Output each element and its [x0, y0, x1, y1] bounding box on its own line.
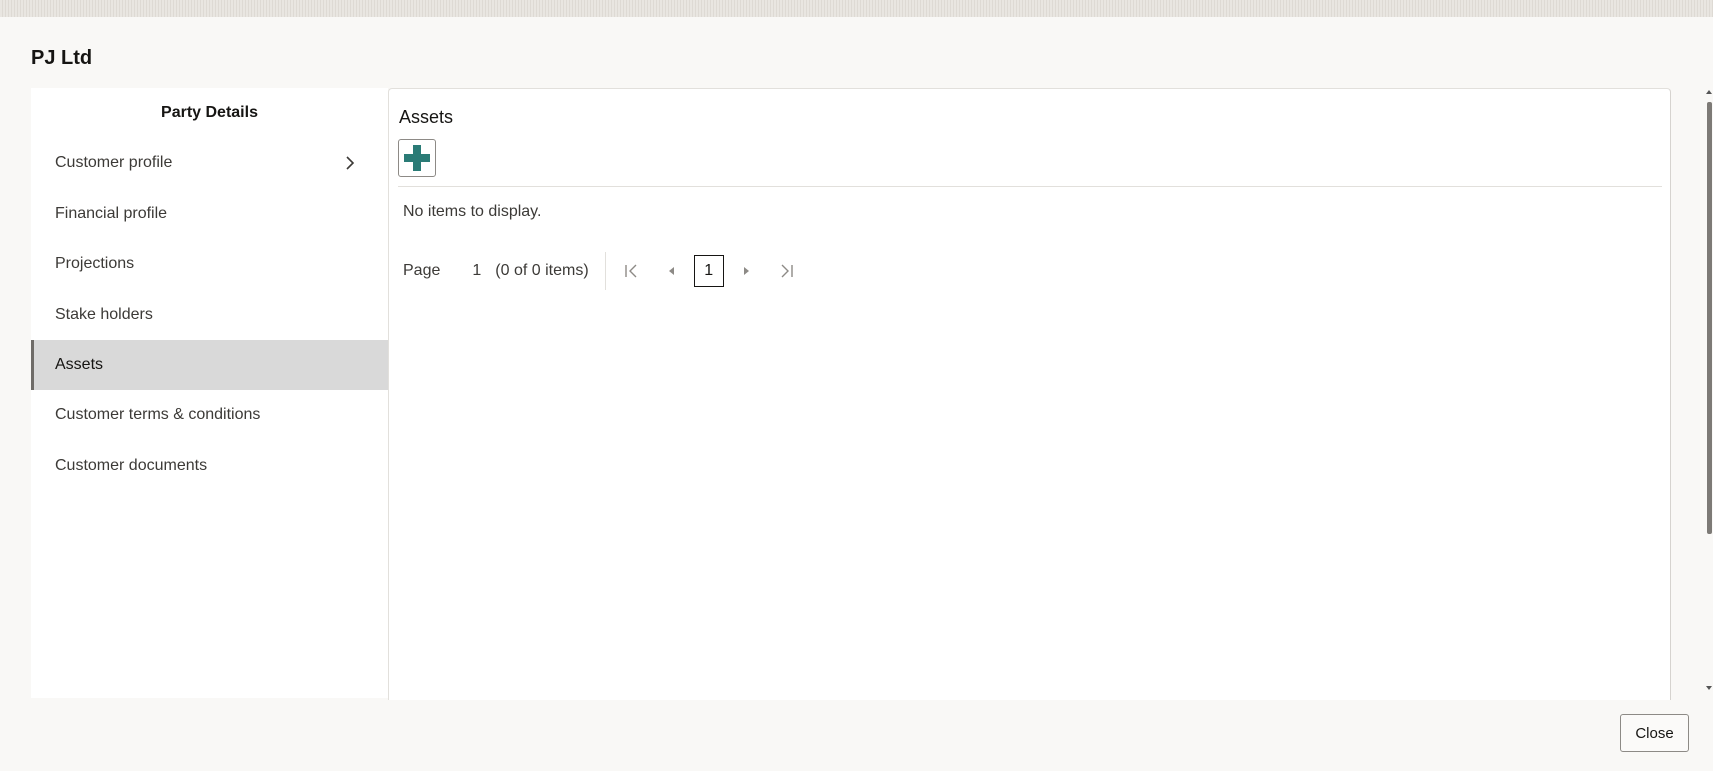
empty-message: No items to display.: [403, 203, 542, 220]
sidebar-item-customer-documents[interactable]: Customer documents: [31, 441, 388, 491]
last-page-button[interactable]: [774, 259, 798, 283]
first-page-icon: [624, 264, 637, 278]
close-button[interactable]: Close: [1620, 714, 1689, 752]
add-asset-button[interactable]: [398, 139, 436, 177]
sidebar-item-label: Financial profile: [55, 205, 168, 222]
current-page[interactable]: 1: [693, 255, 724, 287]
next-page-button[interactable]: [734, 259, 758, 283]
dialog-title: PJ Ltd: [31, 47, 93, 69]
previous-page-button[interactable]: [660, 259, 684, 283]
sidebar-item-customer-profile[interactable]: Customer profile: [31, 138, 388, 188]
scroll-up-icon[interactable]: [1706, 90, 1712, 94]
scroll-thumb[interactable]: [1707, 102, 1712, 534]
sidebar-item-customer-terms[interactable]: Customer terms & conditions: [31, 390, 388, 440]
vertical-scrollbar[interactable]: [1705, 88, 1713, 696]
sidebar-item-label: Stake holders: [55, 306, 153, 323]
scroll-down-icon[interactable]: [1706, 686, 1712, 690]
sidebar-item-label: Assets: [55, 356, 104, 373]
page-label: Page: [403, 262, 441, 279]
background-strip: [0, 0, 1713, 17]
plus-icon: [404, 145, 430, 171]
sidebar-item-label: Customer profile: [55, 154, 173, 171]
first-page-button[interactable]: [620, 259, 644, 283]
sidebar-item-stake-holders[interactable]: Stake holders: [31, 290, 388, 340]
pager-separator: [604, 252, 606, 290]
last-page-icon: [781, 264, 793, 278]
chevron-right-icon: [346, 156, 355, 170]
pagination: Page 1 (0 of 0 items) 1: [403, 251, 798, 291]
next-page-icon: [743, 267, 749, 275]
sidebar-heading: Party Details: [161, 104, 258, 121]
sidebar-item-projections[interactable]: Projections: [31, 239, 388, 289]
sidebar-item-assets[interactable]: Assets: [31, 340, 388, 390]
party-details-sidebar: Party Details Customer profile Financial…: [31, 88, 388, 698]
toolbar-divider: [398, 186, 1662, 187]
section-title: Assets: [399, 107, 454, 127]
sidebar-item-financial-profile[interactable]: Financial profile: [31, 189, 388, 239]
sidebar-item-label: Customer terms & conditions: [55, 406, 261, 423]
previous-page-icon: [668, 267, 674, 275]
sidebar-item-label: Projections: [55, 255, 135, 272]
page-number-input[interactable]: 1: [472, 262, 481, 280]
item-count: (0 of 0 items): [495, 262, 589, 279]
sidebar-item-label: Customer documents: [55, 457, 208, 474]
assets-panel: Assets No items to display. Page 1 (0 of…: [388, 88, 1671, 700]
